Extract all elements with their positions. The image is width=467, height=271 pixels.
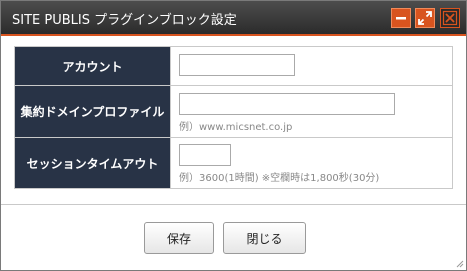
close-window-button[interactable] [440,8,460,28]
session-timeout-cell: 例）3600(1時間) ※空欄時は1,800秒(30分) [170,137,453,189]
session-timeout-input[interactable] [179,144,231,166]
account-label: アカウント [14,46,171,86]
dialog-titlebar[interactable]: SITE PUBLIS プラグインブロック設定 [1,1,466,36]
footer-divider [1,204,466,205]
maximize-icon [418,11,432,25]
maximize-button[interactable] [415,8,435,28]
account-cell [170,46,453,86]
minimize-button[interactable] [391,8,411,28]
domain-profile-cell: 例）www.micsnet.co.jp [170,85,453,138]
session-timeout-label: セッションタイムアウト [14,137,171,189]
account-row: アカウント [14,46,453,86]
minimize-icon [396,17,406,20]
domain-profile-input[interactable] [179,93,395,115]
resize-grip-icon[interactable] [454,258,464,268]
account-input[interactable] [179,54,295,76]
plugin-settings-dialog: SITE PUBLIS プラグインブロック設定 アカウント 集約ドメインプロファ… [0,0,467,271]
session-timeout-hint: 例）3600(1時間) ※空欄時は1,800秒(30分) [179,173,380,184]
dialog-title: SITE PUBLIS プラグインブロック設定 [12,13,237,28]
domain-profile-hint: 例）www.micsnet.co.jp [179,122,293,133]
session-timeout-row: セッションタイムアウト 例）3600(1時間) ※空欄時は1,800秒(30分) [14,137,453,189]
close-icon [442,10,458,26]
save-button[interactable]: 保存 [144,222,214,254]
domain-profile-label: 集約ドメインプロファイル [14,85,171,138]
settings-form-table: アカウント 集約ドメインプロファイル 例）www.micsnet.co.jp セ… [14,46,453,189]
close-button[interactable]: 閉じる [223,222,306,254]
domain-profile-row: 集約ドメインプロファイル 例）www.micsnet.co.jp [14,85,453,138]
